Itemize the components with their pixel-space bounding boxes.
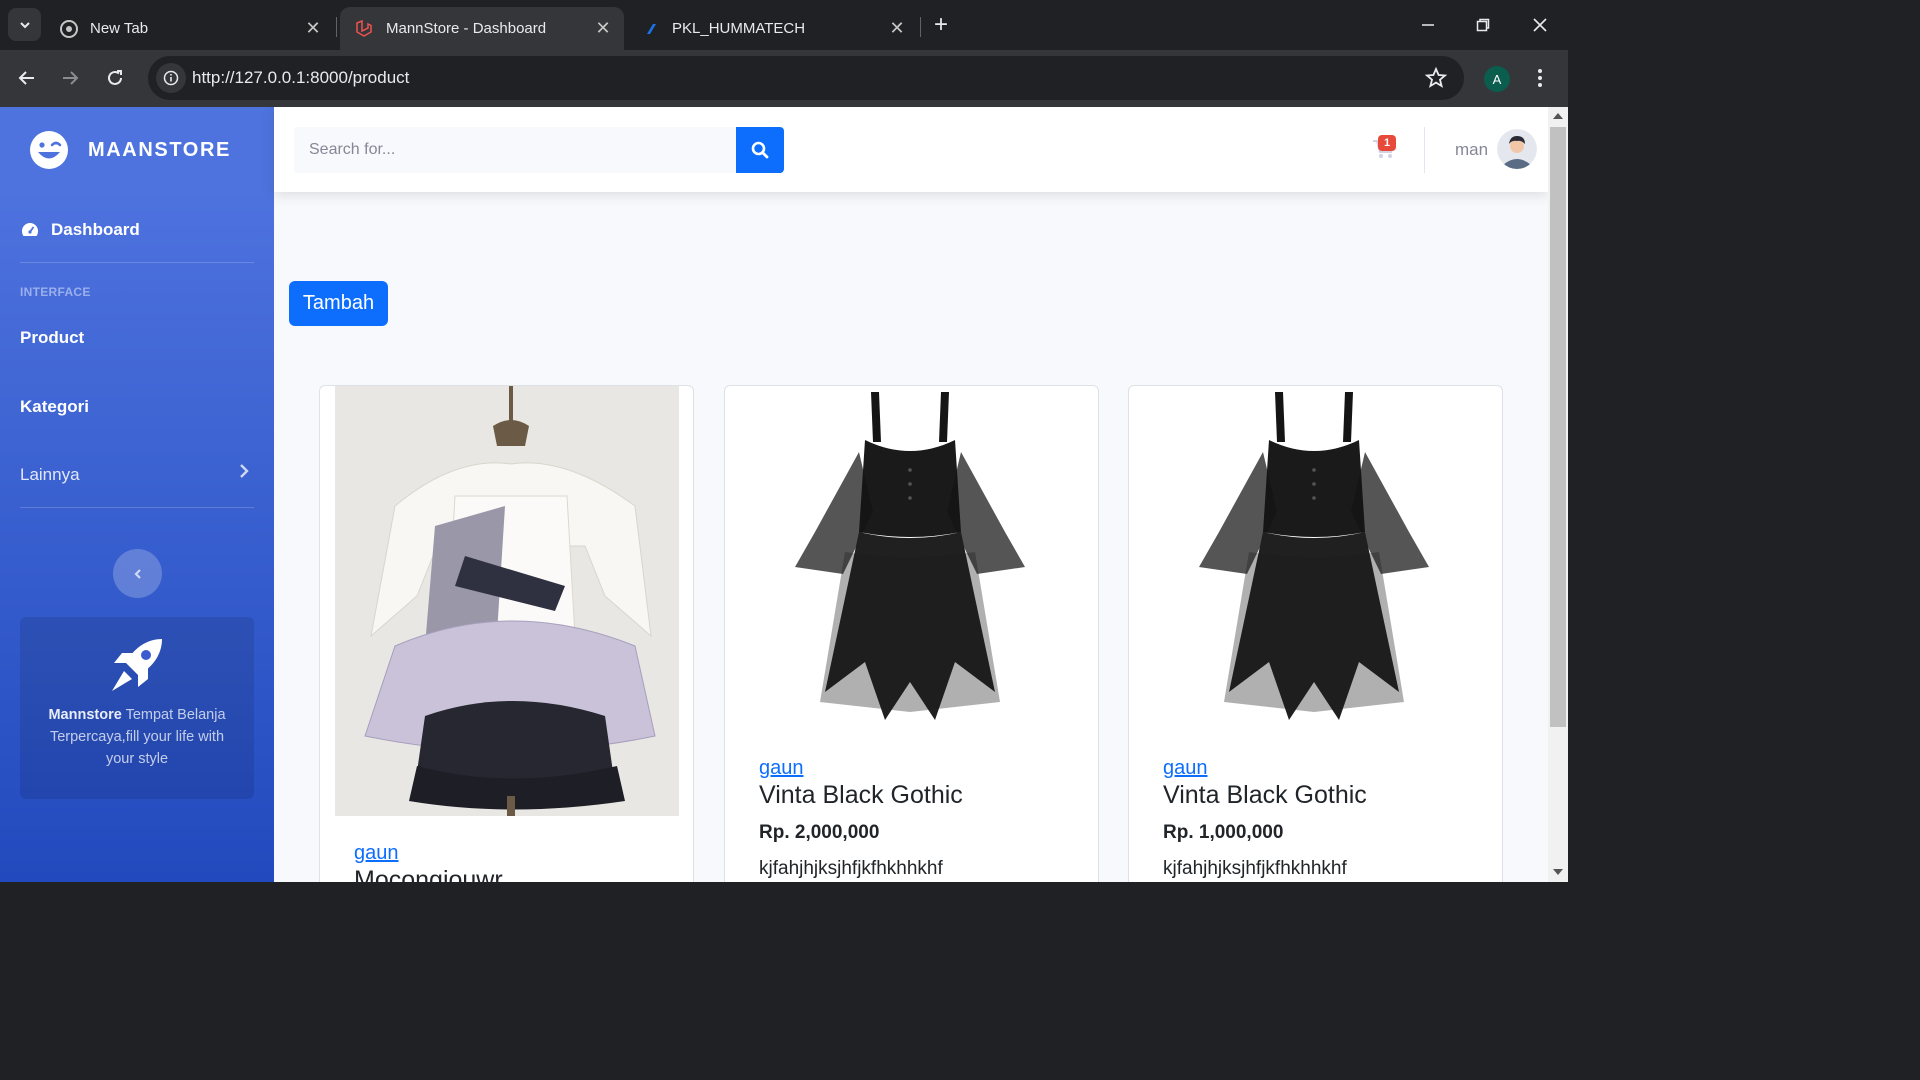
restore-icon bbox=[1476, 18, 1490, 32]
brand-name: MAANSTORE bbox=[88, 138, 231, 161]
browser-toolbar: http://127.0.0.1:8000/product bbox=[0, 50, 1568, 107]
chrome-icon bbox=[60, 19, 78, 38]
arrow-left-icon bbox=[18, 71, 34, 85]
product-card: gaun Vinta Black Gothic Rp. 2,000,000 kj… bbox=[724, 385, 1099, 882]
tab-new-tab[interactable]: New Tab ✕ bbox=[46, 7, 334, 50]
page-viewport: MAANSTORE Dashboard INTERFACE Product Ka… bbox=[0, 107, 1568, 882]
topbar-divider bbox=[1424, 127, 1425, 173]
close-icon[interactable]: ✕ bbox=[594, 19, 612, 37]
tab-title: New Tab bbox=[90, 20, 149, 37]
chevron-down-icon bbox=[19, 21, 30, 28]
close-icon[interactable]: ✕ bbox=[304, 19, 322, 37]
tachometer-icon bbox=[22, 223, 38, 236]
page-scrollbar[interactable] bbox=[1548, 107, 1568, 882]
product-description: kjfahjhjksjhfjkfhkhhkhf bbox=[759, 858, 943, 879]
product-category-link[interactable]: gaun bbox=[354, 842, 399, 865]
sidebar-divider bbox=[20, 262, 254, 263]
browser-menu-button[interactable] bbox=[1530, 65, 1550, 91]
profile-avatar[interactable]: A bbox=[1484, 66, 1510, 92]
sidebar-item-dashboard[interactable]: Dashboard bbox=[20, 220, 140, 240]
product-image-lolita-dress[interactable] bbox=[335, 386, 679, 816]
topbar: 1 man bbox=[274, 107, 1548, 192]
kebab-menu-icon bbox=[1538, 69, 1542, 87]
add-product-button[interactable]: Tambah bbox=[289, 281, 388, 326]
sidebar-item-kategori[interactable]: Kategori bbox=[20, 397, 89, 417]
url-host: http://127.0.0.1 bbox=[192, 68, 306, 87]
avatar[interactable] bbox=[1497, 129, 1537, 169]
new-tab-button[interactable]: + bbox=[926, 10, 956, 40]
url-path: :8000/product bbox=[305, 68, 410, 87]
product-category-link[interactable]: gaun bbox=[1163, 757, 1208, 780]
browser-tab-bar: New Tab ✕ MannStore - Dashboard ✕ PKL_HU… bbox=[0, 0, 1568, 50]
restore-button[interactable] bbox=[1463, 8, 1503, 42]
tab-mannstore-dashboard[interactable]: MannStore - Dashboard ✕ bbox=[340, 7, 624, 50]
info-icon bbox=[163, 70, 179, 86]
search-icon bbox=[751, 141, 769, 159]
chevron-right-icon[interactable] bbox=[238, 463, 250, 479]
product-price: Rp. 2,000,000 bbox=[759, 822, 880, 843]
close-window-button[interactable] bbox=[1520, 8, 1560, 42]
product-image-black-gothic-dress[interactable] bbox=[785, 392, 1035, 724]
sidebar-heading: INTERFACE bbox=[20, 285, 91, 299]
search-button[interactable] bbox=[736, 127, 784, 173]
tab-title: MannStore - Dashboard bbox=[386, 20, 547, 37]
product-name: Mocongiouwr bbox=[354, 866, 503, 882]
tab-search-button[interactable] bbox=[8, 8, 41, 41]
sidebar-item-label: Product bbox=[20, 328, 85, 347]
bookmark-star-icon[interactable] bbox=[1424, 66, 1448, 90]
product-image-black-gothic-dress[interactable] bbox=[1189, 392, 1439, 724]
close-icon[interactable]: ✕ bbox=[888, 19, 906, 37]
sidebar-divider bbox=[20, 507, 254, 508]
product-card: gaun Vinta Black Gothic Rp. 1,000,000 kj… bbox=[1128, 385, 1503, 882]
hummatech-icon bbox=[647, 23, 656, 34]
site-info-button[interactable] bbox=[156, 63, 186, 93]
forward-button[interactable] bbox=[54, 62, 86, 94]
promo-text: Mannstore Tempat Belanja Terpercaya,fill… bbox=[34, 704, 240, 770]
sidebar-item-label: Lainnya bbox=[20, 465, 80, 484]
product-card: gaun Mocongiouwr bbox=[319, 385, 694, 882]
sidebar-toggle-button[interactable] bbox=[113, 549, 162, 598]
reload-icon bbox=[108, 70, 122, 85]
tab-title: PKL_HUMMATECH bbox=[672, 20, 806, 37]
sidebar: MAANSTORE Dashboard INTERFACE Product Ka… bbox=[0, 107, 274, 882]
promo-brand: Mannstore bbox=[48, 707, 122, 723]
address-bar[interactable]: http://127.0.0.1:8000/product bbox=[148, 56, 1464, 100]
url-text: http://127.0.0.1:8000/product bbox=[192, 68, 409, 88]
rocket-icon bbox=[112, 639, 162, 691]
laugh-wink-icon bbox=[30, 131, 68, 169]
close-icon bbox=[1533, 18, 1547, 32]
minimize-button[interactable] bbox=[1408, 8, 1448, 42]
back-button[interactable] bbox=[11, 62, 43, 94]
scroll-thumb[interactable] bbox=[1550, 127, 1566, 727]
reload-button[interactable] bbox=[99, 62, 131, 94]
chevron-left-icon bbox=[133, 568, 141, 579]
laravel-icon bbox=[356, 19, 372, 37]
product-price: Rp. 1,000,000 bbox=[1163, 822, 1284, 843]
product-description: kjfahjhjksjhfjkfhkhhkhf bbox=[1163, 858, 1347, 879]
sidebar-item-product[interactable]: Product bbox=[20, 328, 84, 348]
scroll-down-arrow[interactable] bbox=[1553, 869, 1563, 875]
product-name: Vinta Black Gothic bbox=[1163, 781, 1367, 809]
product-name: Vinta Black Gothic bbox=[759, 781, 963, 809]
sidebar-item-label: Dashboard bbox=[51, 220, 140, 239]
sidebar-item-lainnya[interactable]: Lainnya bbox=[20, 465, 80, 485]
product-category-link[interactable]: gaun bbox=[759, 757, 804, 780]
tab-pkl-hummatech[interactable]: PKL_HUMMATECH ✕ bbox=[630, 7, 918, 50]
cart-count-badge: 1 bbox=[1378, 135, 1396, 151]
sidebar-brand[interactable]: MAANSTORE bbox=[28, 129, 231, 171]
user-name[interactable]: man bbox=[1455, 140, 1488, 160]
search-input[interactable] bbox=[294, 127, 736, 173]
sidebar-item-label: Kategori bbox=[20, 397, 89, 416]
minimize-icon bbox=[1422, 24, 1434, 26]
tab-separator bbox=[336, 17, 337, 37]
scroll-up-arrow[interactable] bbox=[1553, 113, 1563, 119]
tab-separator bbox=[920, 17, 921, 37]
arrow-right-icon bbox=[63, 71, 79, 85]
sidebar-promo-card: Mannstore Tempat Belanja Terpercaya,fill… bbox=[20, 617, 254, 799]
